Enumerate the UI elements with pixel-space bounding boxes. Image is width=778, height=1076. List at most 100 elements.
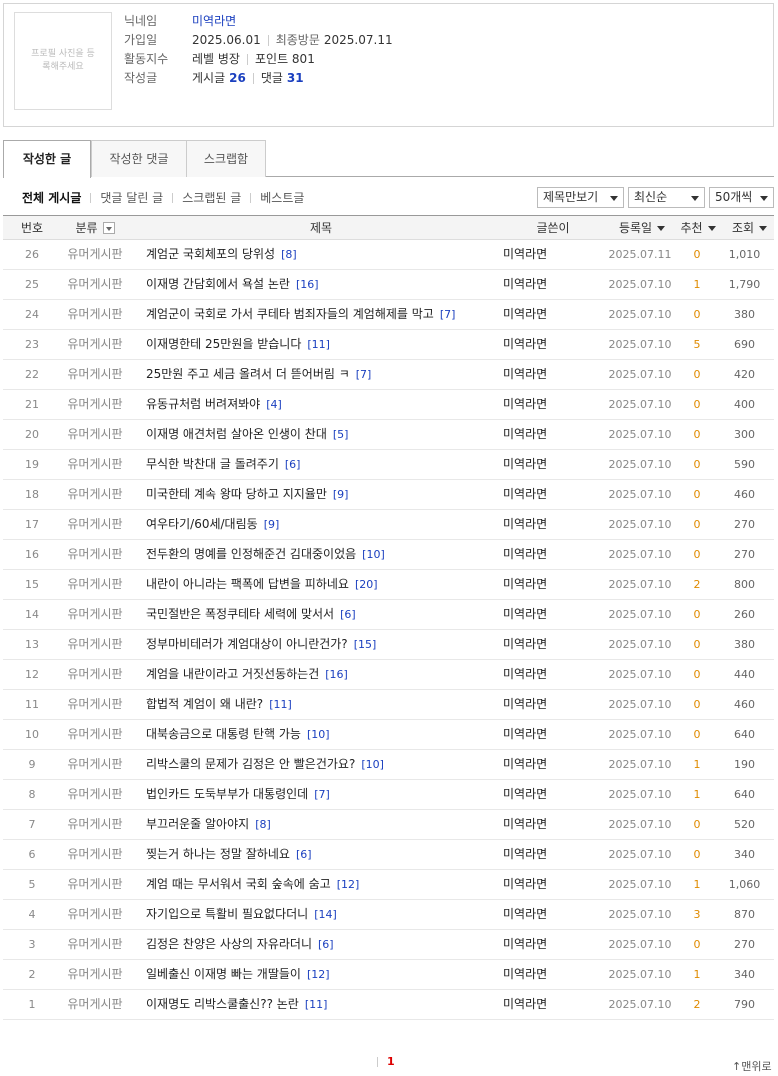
post-title-link[interactable]: 찢는거 하나는 정말 잘하네요 bbox=[146, 847, 290, 861]
comment-count[interactable]: [16] bbox=[325, 668, 348, 681]
post-category[interactable]: 유머게시판 bbox=[61, 570, 129, 599]
tab-written-posts[interactable]: 작성한 글 bbox=[3, 140, 91, 178]
post-title-link[interactable]: 대북송금으로 대통령 탄핵 가능 bbox=[146, 727, 301, 741]
table-row[interactable]: 4 유머게시판 자기입으로 특활비 필요없다더니 [14] 미역라면 2025.07.10… bbox=[3, 900, 774, 930]
post-author[interactable]: 미역라면 bbox=[503, 450, 593, 479]
post-title-link[interactable]: 김정은 찬양은 사상의 자유라더니 bbox=[146, 937, 312, 951]
post-author[interactable]: 미역라면 bbox=[503, 270, 593, 299]
table-row[interactable]: 5 유머게시판 계엄 때는 무서워서 국회 숲속에 숨고 [12] 미역라면 2025.0… bbox=[3, 870, 774, 900]
comment-count[interactable]: [15] bbox=[354, 638, 377, 651]
table-row[interactable]: 17 유머게시판 여우타기/60세/대림동 [9] 미역라면 2025.07.10 0 270 bbox=[3, 510, 774, 540]
per-page-select[interactable]: 50개씩 bbox=[709, 187, 774, 208]
table-row[interactable]: 2 유머게시판 일베출신 이재명 빠는 개딸들이 [12] 미역라면 2025.07.10… bbox=[3, 960, 774, 990]
post-title-link[interactable]: 합법적 계엄이 왜 내란? bbox=[146, 697, 263, 711]
comment-count[interactable]: [12] bbox=[337, 878, 360, 891]
table-row[interactable]: 21 유머게시판 유동규처럼 버려져봐야 [4] 미역라면 2025.07.10 0 400 bbox=[3, 390, 774, 420]
comment-count[interactable]: [16] bbox=[296, 278, 319, 291]
post-category[interactable]: 유머게시판 bbox=[61, 960, 129, 989]
post-category[interactable]: 유머게시판 bbox=[61, 420, 129, 449]
post-category[interactable]: 유머게시판 bbox=[61, 300, 129, 329]
post-category[interactable]: 유머게시판 bbox=[61, 630, 129, 659]
comment-count[interactable]: [11] bbox=[305, 998, 328, 1011]
table-row[interactable]: 23 유머게시판 이재명한테 25만원을 받습니다 [11] 미역라면 2025.07.1… bbox=[3, 330, 774, 360]
header-category[interactable]: 분류 bbox=[61, 216, 129, 240]
category-filter-icon[interactable] bbox=[102, 222, 115, 234]
post-title-link[interactable]: 계엄군 국회체포의 당위성 bbox=[146, 247, 275, 261]
filter-commented-posts[interactable]: 댓글 달린 글 bbox=[100, 190, 163, 206]
post-author[interactable]: 미역라면 bbox=[503, 330, 593, 359]
tab-scraps[interactable]: 스크랩함 bbox=[186, 140, 266, 177]
table-row[interactable]: 6 유머게시판 찢는거 하나는 정말 잘하네요 [6] 미역라면 2025.07.10 0 3… bbox=[3, 840, 774, 870]
post-category[interactable]: 유머게시판 bbox=[61, 540, 129, 569]
comment-count[interactable]: [4] bbox=[266, 398, 282, 411]
post-title-link[interactable]: 내란이 아니라는 팩폭에 답변을 피하네요 bbox=[146, 577, 349, 591]
post-author[interactable]: 미역라면 bbox=[503, 360, 593, 389]
post-title-link[interactable]: 이재명도 리박스쿨출신?? 논란 bbox=[146, 997, 299, 1011]
table-row[interactable]: 24 유머게시판 계엄군이 국회로 가서 쿠테타 범죄자들의 계엄해제를 막고 [7]… bbox=[3, 300, 774, 330]
post-title-link[interactable]: 계엄을 내란이라고 거짓선동하는건 bbox=[146, 667, 319, 681]
filter-scrapped-posts[interactable]: 스크랩된 글 bbox=[182, 190, 241, 206]
post-author[interactable]: 미역라면 bbox=[503, 570, 593, 599]
sort-select[interactable]: 최신순 bbox=[628, 187, 705, 208]
header-views[interactable]: 조회 bbox=[725, 216, 774, 240]
comment-count[interactable]: [12] bbox=[307, 968, 330, 981]
post-category[interactable]: 유머게시판 bbox=[61, 690, 129, 719]
page-current[interactable]: 1 bbox=[387, 1054, 395, 1070]
comment-count[interactable]: [7] bbox=[440, 308, 456, 321]
post-title-link[interactable]: 이재명한테 25만원을 받습니다 bbox=[146, 337, 301, 351]
comment-count[interactable]: [6] bbox=[318, 938, 334, 951]
post-title-link[interactable]: 무식한 박찬대 글 돌려주기 bbox=[146, 457, 279, 471]
nickname[interactable]: 미역라면 bbox=[192, 12, 236, 31]
post-author[interactable]: 미역라면 bbox=[503, 780, 593, 809]
post-author[interactable]: 미역라면 bbox=[503, 930, 593, 959]
post-author[interactable]: 미역라면 bbox=[503, 960, 593, 989]
comment-count[interactable]: [8] bbox=[255, 818, 271, 831]
post-author[interactable]: 미역라면 bbox=[503, 900, 593, 929]
comment-count[interactable]: [11] bbox=[269, 698, 292, 711]
post-author[interactable]: 미역라면 bbox=[503, 840, 593, 869]
table-row[interactable]: 8 유머게시판 법인카드 도둑부부가 대통령인데 [7] 미역라면 2025.07.10 1… bbox=[3, 780, 774, 810]
post-author[interactable]: 미역라면 bbox=[503, 720, 593, 749]
post-category[interactable]: 유머게시판 bbox=[61, 720, 129, 749]
post-author[interactable]: 미역라면 bbox=[503, 630, 593, 659]
table-row[interactable]: 26 유머게시판 계엄군 국회체포의 당위성 [8] 미역라면 2025.07.11 0 1,… bbox=[3, 240, 774, 270]
post-category[interactable]: 유머게시판 bbox=[61, 660, 129, 689]
post-category[interactable]: 유머게시판 bbox=[61, 840, 129, 869]
post-title-link[interactable]: 리박스쿨의 문제가 김정은 안 빨은건가요? bbox=[146, 757, 355, 771]
table-row[interactable]: 7 유머게시판 부끄러운줄 알아야지 [8] 미역라면 2025.07.10 0 520 bbox=[3, 810, 774, 840]
post-author[interactable]: 미역라면 bbox=[503, 540, 593, 569]
view-mode-select[interactable]: 제목만보기 bbox=[537, 187, 624, 208]
post-category[interactable]: 유머게시판 bbox=[61, 750, 129, 779]
table-row[interactable]: 18 유머게시판 미국한테 계속 왕따 당하고 지지율만 [9] 미역라면 2025.07… bbox=[3, 480, 774, 510]
table-row[interactable]: 22 유머게시판 25만원 주고 세금 올려서 더 뜯어버림 ㅋ [7] 미역라면 202… bbox=[3, 360, 774, 390]
comment-count[interactable]: [7] bbox=[314, 788, 330, 801]
post-category[interactable]: 유머게시판 bbox=[61, 360, 129, 389]
post-category[interactable]: 유머게시판 bbox=[61, 990, 129, 1019]
post-author[interactable]: 미역라면 bbox=[503, 510, 593, 539]
post-category[interactable]: 유머게시판 bbox=[61, 810, 129, 839]
post-category[interactable]: 유머게시판 bbox=[61, 450, 129, 479]
table-row[interactable]: 25 유머게시판 이재명 간담회에서 욕설 논란 [16] 미역라면 2025.07.10… bbox=[3, 270, 774, 300]
post-author[interactable]: 미역라면 bbox=[503, 690, 593, 719]
post-category[interactable]: 유머게시판 bbox=[61, 330, 129, 359]
post-author[interactable]: 미역라면 bbox=[503, 870, 593, 899]
table-row[interactable]: 19 유머게시판 무식한 박찬대 글 돌려주기 [6] 미역라면 2025.07.10 0 5… bbox=[3, 450, 774, 480]
table-row[interactable]: 11 유머게시판 합법적 계엄이 왜 내란? [11] 미역라면 2025.07.10 0 4… bbox=[3, 690, 774, 720]
filter-all-posts[interactable]: 전체 게시글 bbox=[22, 190, 81, 206]
post-title-link[interactable]: 여우타기/60세/대림동 bbox=[146, 517, 258, 531]
table-row[interactable]: 10 유머게시판 대북송금으로 대통령 탄핵 가능 [10] 미역라면 2025.07.1… bbox=[3, 720, 774, 750]
post-category[interactable]: 유머게시판 bbox=[61, 870, 129, 899]
table-row[interactable]: 15 유머게시판 내란이 아니라는 팩폭에 답변을 피하네요 [20] 미역라면 2025… bbox=[3, 570, 774, 600]
post-author[interactable]: 미역라면 bbox=[503, 810, 593, 839]
post-title-link[interactable]: 부끄러운줄 알아야지 bbox=[146, 817, 249, 831]
post-category[interactable]: 유머게시판 bbox=[61, 240, 129, 269]
post-title-link[interactable]: 이재명 간담회에서 욕설 논란 bbox=[146, 277, 290, 291]
table-row[interactable]: 3 유머게시판 김정은 찬양은 사상의 자유라더니 [6] 미역라면 2025.07.10… bbox=[3, 930, 774, 960]
table-row[interactable]: 1 유머게시판 이재명도 리박스쿨출신?? 논란 [11] 미역라면 2025.07.10… bbox=[3, 990, 774, 1020]
post-category[interactable]: 유머게시판 bbox=[61, 900, 129, 929]
profile-photo-placeholder[interactable]: 프로필 사진을 등록해주세요 bbox=[14, 12, 112, 110]
post-title-link[interactable]: 법인카드 도둑부부가 대통령인데 bbox=[146, 787, 308, 801]
post-author[interactable]: 미역라면 bbox=[503, 750, 593, 779]
post-title-link[interactable]: 국민절반은 폭정쿠테타 세력에 맞서서 bbox=[146, 607, 334, 621]
comment-count[interactable]: [7] bbox=[356, 368, 372, 381]
